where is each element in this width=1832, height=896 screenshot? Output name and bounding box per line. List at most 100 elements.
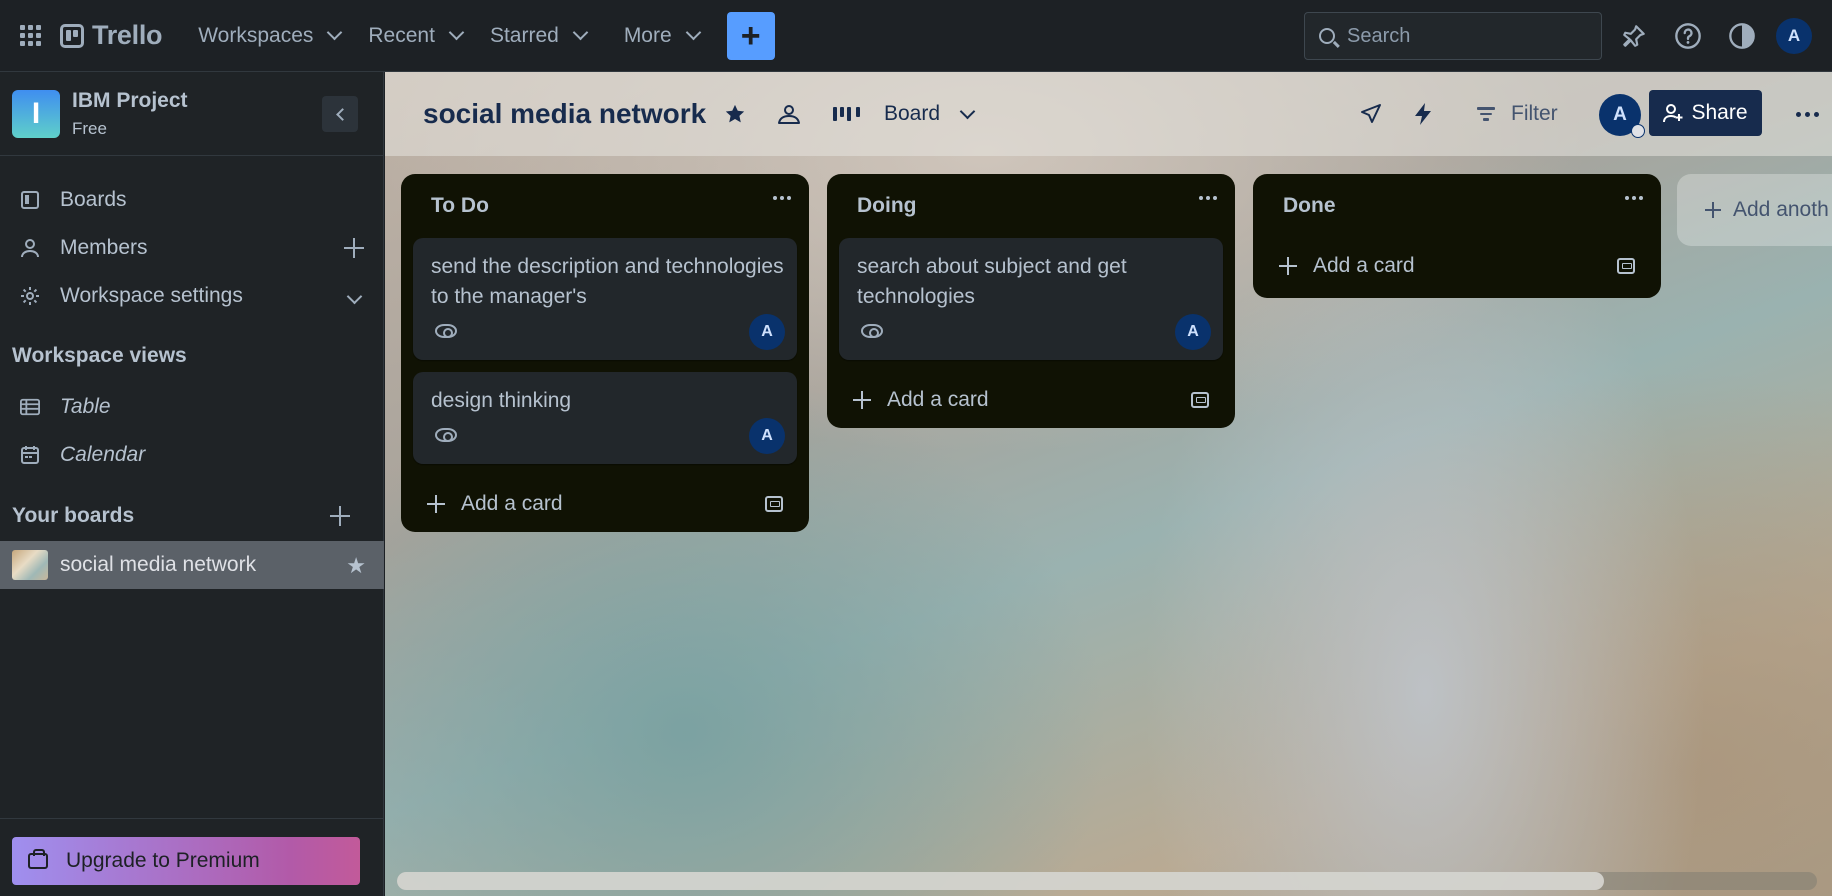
sidebar-item-table[interactable]: Table — [0, 385, 384, 429]
list-actions-icon[interactable] — [1625, 196, 1643, 200]
help-icon[interactable] — [1668, 16, 1708, 56]
filter-icon — [1477, 107, 1495, 121]
your-boards-title: Your boards — [12, 504, 135, 527]
card-template-icon[interactable] — [765, 496, 783, 512]
nav-workspaces[interactable]: Workspaces — [184, 0, 354, 72]
workspace-name: IBM Project — [72, 88, 188, 112]
upgrade-premium-button[interactable]: Upgrade to Premium — [12, 837, 360, 885]
upgrade-label: Upgrade to Premium — [66, 849, 260, 872]
board-member-avatar[interactable]: A — [1599, 94, 1645, 138]
share-button[interactable]: Share — [1649, 90, 1762, 136]
add-list-label: Add anoth — [1733, 198, 1829, 221]
card[interactable]: send the description and technologies to… — [413, 238, 797, 360]
sidebar-item-members[interactable]: Members — [0, 226, 384, 270]
nav-starred[interactable]: Starred — [476, 0, 600, 72]
list-header[interactable]: Done — [1253, 174, 1661, 238]
horizontal-scrollbar[interactable] — [397, 872, 1817, 890]
collapse-sidebar-button[interactable] — [322, 96, 358, 132]
star-icon[interactable]: ★ — [346, 553, 366, 579]
card-template-icon[interactable] — [1617, 258, 1635, 274]
view-switcher[interactable]: Board — [833, 94, 976, 134]
theme-icon[interactable] — [1722, 16, 1762, 56]
board-menu-icon[interactable] — [1787, 94, 1827, 134]
nav-workspaces-label: Workspaces — [198, 23, 314, 47]
board-view-icon — [833, 107, 860, 121]
nav-more[interactable]: More — [600, 0, 713, 72]
sidebar: I IBM Project Free Boards Members Worksp… — [0, 72, 384, 896]
card-template-icon[interactable] — [1191, 392, 1209, 408]
sidebar-board-social-media-network[interactable]: social media network ★ — [0, 541, 384, 589]
card-member-avatar[interactable]: A — [1175, 314, 1211, 350]
add-member-plus-icon[interactable] — [342, 236, 366, 260]
star-board-icon[interactable] — [715, 94, 755, 134]
chevron-down-icon — [327, 24, 343, 41]
plus-icon — [1705, 202, 1721, 218]
board-icon — [20, 190, 40, 210]
sidebar-item-calendar[interactable]: Calendar — [0, 433, 384, 477]
apps-grid-icon[interactable] — [0, 0, 60, 72]
add-card-label: Add a card — [461, 492, 563, 515]
workspace-plan: Free — [72, 118, 107, 138]
watch-eye-icon — [435, 428, 457, 442]
list-header[interactable]: Doing — [827, 174, 1235, 238]
chevron-down-icon — [685, 24, 701, 41]
plus-icon — [427, 495, 445, 513]
sidebar-item-boards[interactable]: Boards — [0, 178, 384, 222]
chevron-down-icon — [572, 24, 589, 41]
nav-starred-label: Starred — [489, 23, 559, 47]
nav-recent[interactable]: Recent — [354, 0, 476, 72]
filter-label: Filter — [1511, 102, 1558, 125]
sidebar-item-label: Boards — [60, 188, 127, 211]
card-title: search about subject and get technologie… — [857, 255, 1127, 308]
card-member-avatar[interactable]: A — [749, 314, 785, 350]
trello-logo[interactable]: Trello — [60, 0, 184, 72]
add-card-label: Add a card — [887, 388, 989, 411]
automation-icon[interactable] — [1403, 94, 1443, 134]
visibility-icon[interactable] — [769, 94, 809, 134]
create-button[interactable]: + — [726, 11, 775, 60]
list-actions-icon[interactable] — [773, 196, 791, 200]
search-input[interactable]: Search — [1304, 12, 1602, 60]
sidebar-board-label: social media network — [60, 553, 257, 576]
calendar-icon — [20, 445, 40, 465]
card[interactable]: search about subject and get technologie… — [839, 238, 1223, 360]
person-icon — [20, 238, 40, 258]
add-board-plus-icon[interactable] — [330, 494, 370, 538]
list-header[interactable]: To Do — [401, 174, 809, 238]
card[interactable]: design thinking A — [413, 372, 797, 464]
list-actions-icon[interactable] — [1199, 196, 1217, 200]
add-list-button[interactable]: Add anoth — [1677, 174, 1832, 246]
watch-eye-icon — [861, 324, 883, 338]
add-card-button[interactable]: Add a card — [401, 476, 809, 532]
watch-eye-icon — [435, 324, 457, 338]
gear-icon — [20, 286, 40, 306]
sidebar-item-workspace-settings[interactable]: Workspace settings — [0, 274, 384, 318]
view-label: Board — [884, 102, 941, 125]
board-thumbnail — [12, 550, 48, 580]
add-card-button[interactable]: Add a card — [827, 372, 1235, 428]
member-initial: A — [1613, 104, 1627, 125]
sidebar-item-label: Table — [60, 395, 111, 418]
card-member-avatar[interactable]: A — [749, 418, 785, 454]
add-card-button[interactable]: Add a card — [1253, 238, 1661, 294]
list-done: Done Add a card — [1253, 174, 1661, 298]
list-title: Doing — [857, 194, 917, 217]
chevron-down-icon[interactable] — [342, 284, 366, 308]
rocket-icon[interactable] — [1351, 94, 1391, 134]
user-avatar[interactable]: A — [1776, 18, 1812, 54]
nav-recent-label: Recent — [368, 23, 435, 47]
notification-icon[interactable] — [1614, 16, 1654, 56]
card-title: send the description and technologies to… — [431, 255, 784, 308]
admin-badge-icon — [1631, 124, 1645, 138]
scrollbar-thumb[interactable] — [397, 872, 1604, 890]
briefcase-icon — [28, 849, 48, 869]
list-title: Done — [1283, 194, 1336, 217]
board-title[interactable]: social media network — [423, 98, 706, 130]
workspace-views-title: Workspace views — [12, 344, 187, 367]
plus-icon — [1279, 257, 1297, 275]
sidebar-item-label: Workspace settings — [60, 284, 243, 307]
filter-button[interactable]: Filter — [1477, 94, 1558, 134]
trello-logo-icon — [60, 23, 84, 48]
board-canvas: social media network Board Filter A Shar… — [385, 72, 1832, 896]
workspace-logo: I — [12, 89, 60, 138]
